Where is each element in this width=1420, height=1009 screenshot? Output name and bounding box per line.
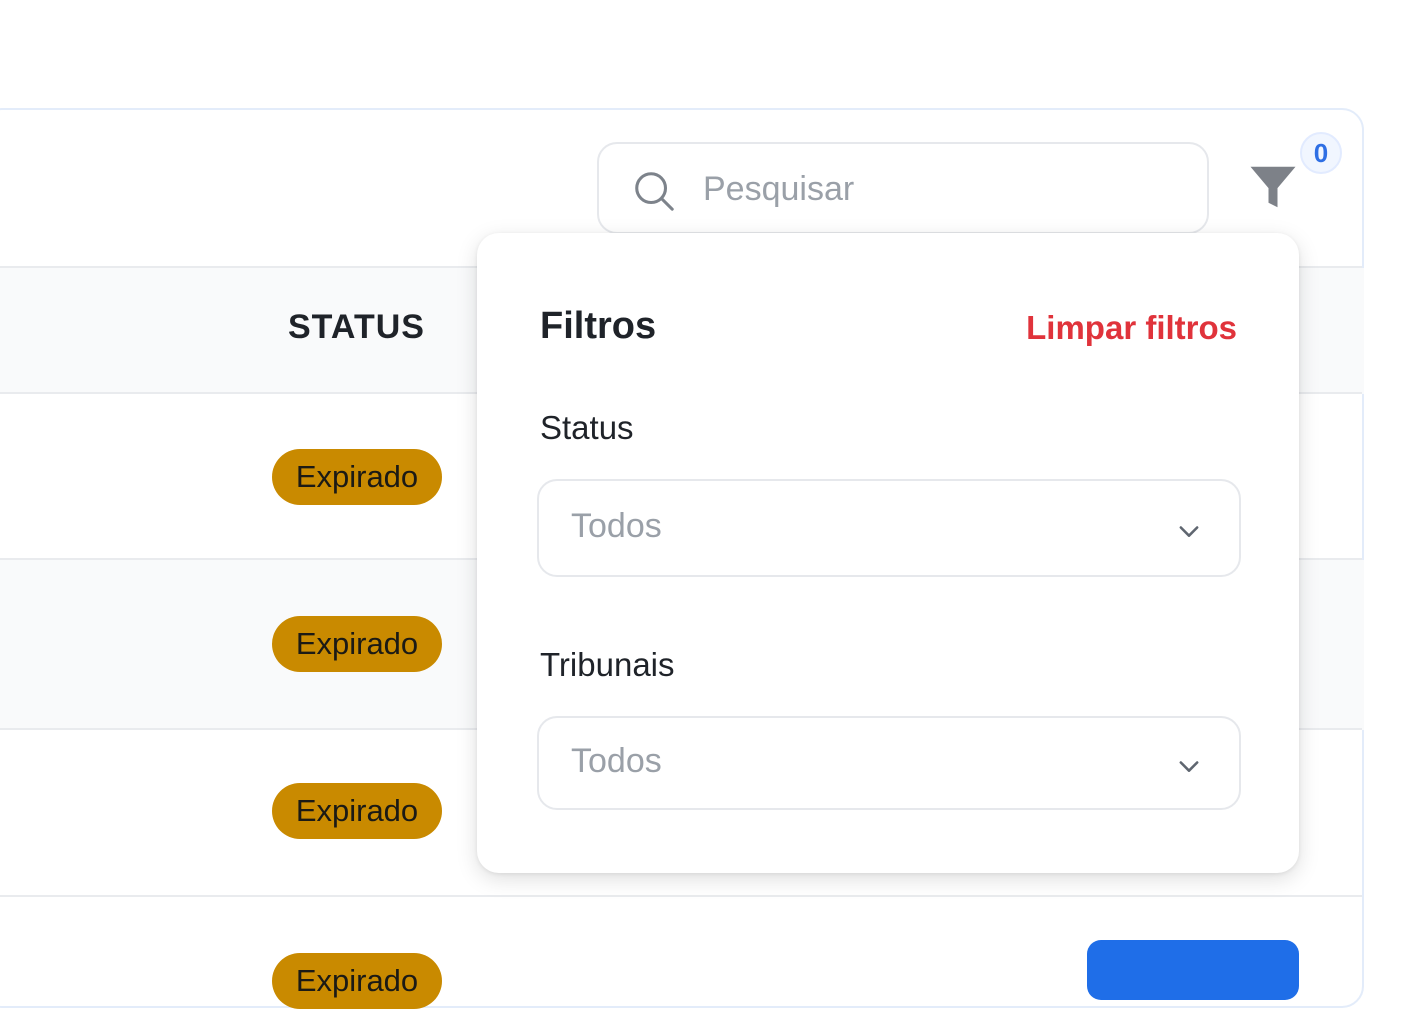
status-badge: Expirado [272, 449, 442, 505]
status-filter-value: Todos [571, 507, 662, 545]
clear-filters-link[interactable]: Limpar filtros [1026, 309, 1237, 347]
search-box[interactable] [597, 142, 1209, 234]
status-badge: Expirado [272, 953, 442, 1009]
tribunais-filter-value: Todos [571, 742, 662, 780]
divider [0, 895, 1362, 897]
filter-count-badge: 0 [1300, 132, 1342, 174]
search-input[interactable] [703, 164, 1183, 214]
chevron-down-icon [1179, 526, 1199, 537]
filters-panel: Filtros Limpar filtros Status Todos Trib… [477, 233, 1299, 873]
chevron-down-icon [1179, 761, 1199, 772]
tribunais-filter-label: Tribunais [540, 646, 675, 683]
filter-icon[interactable] [1246, 160, 1300, 214]
search-icon [635, 172, 674, 211]
row-action-button[interactable] [1087, 940, 1299, 1000]
status-badge: Expirado [272, 616, 442, 672]
status-badge: Expirado [272, 783, 442, 839]
status-filter-label: Status [540, 409, 634, 446]
filters-title: Filtros [540, 305, 657, 347]
status-filter-select[interactable]: Todos [537, 479, 1241, 577]
tribunais-filter-select[interactable]: Todos [537, 716, 1241, 810]
column-header-status[interactable]: STATUS [288, 308, 425, 347]
